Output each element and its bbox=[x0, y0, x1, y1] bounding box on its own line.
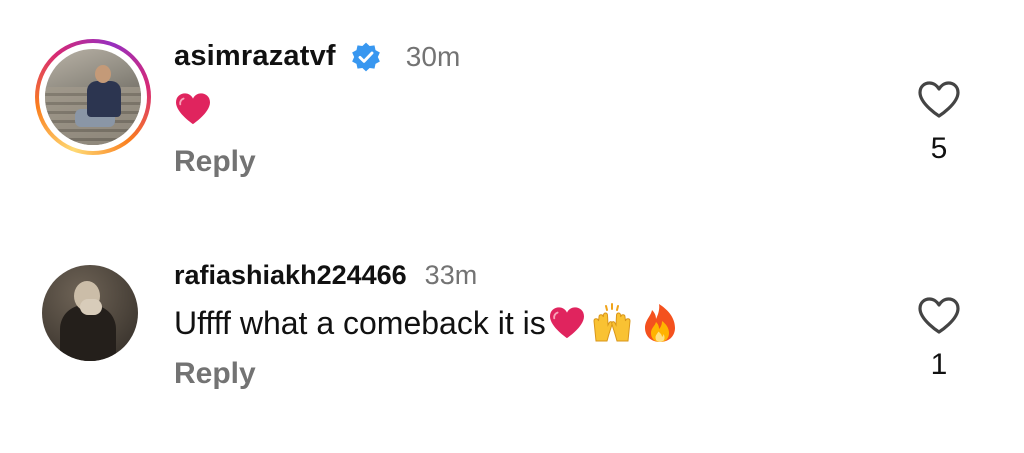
reply-button[interactable]: Reply bbox=[174, 145, 460, 179]
comment-body: asimrazatvf 30m Reply bbox=[174, 40, 460, 179]
avatar[interactable] bbox=[42, 265, 138, 361]
verified-badge-icon bbox=[351, 42, 380, 71]
red-heart-emoji bbox=[549, 307, 584, 339]
fire-emoji bbox=[644, 304, 675, 342]
like-control: 5 bbox=[914, 80, 964, 166]
reply-button[interactable]: Reply bbox=[174, 357, 680, 391]
comment-time: 30m bbox=[405, 40, 461, 72]
avatar[interactable] bbox=[35, 39, 151, 155]
comment-item: asimrazatvf 30m Reply 5 bbox=[0, 0, 1024, 220]
comment-meta: asimrazatvf 30m bbox=[174, 40, 460, 73]
raising-hands-emoji bbox=[593, 303, 631, 342]
like-count: 5 bbox=[930, 132, 948, 165]
like-count: 1 bbox=[930, 348, 948, 381]
username[interactable]: rafiashiakh224466 bbox=[174, 260, 407, 291]
comment-meta: rafiashiakh224466 33m bbox=[174, 260, 680, 291]
comment-time: 33m bbox=[424, 260, 478, 290]
red-heart-emoji bbox=[176, 93, 210, 125]
avatar-photo bbox=[45, 49, 141, 145]
like-control: 1 bbox=[914, 296, 964, 382]
comment-text: Uffff what a comeback it is bbox=[174, 301, 680, 345]
heart-outline-icon[interactable] bbox=[917, 296, 961, 336]
comment-item: rafiashiakh224466 33m Uffff what a comeb… bbox=[0, 220, 1024, 453]
username[interactable]: asimrazatvf bbox=[174, 40, 336, 73]
heart-outline-icon[interactable] bbox=[917, 80, 961, 120]
comment-text bbox=[174, 87, 460, 131]
comment-body: rafiashiakh224466 33m Uffff what a comeb… bbox=[174, 260, 680, 391]
